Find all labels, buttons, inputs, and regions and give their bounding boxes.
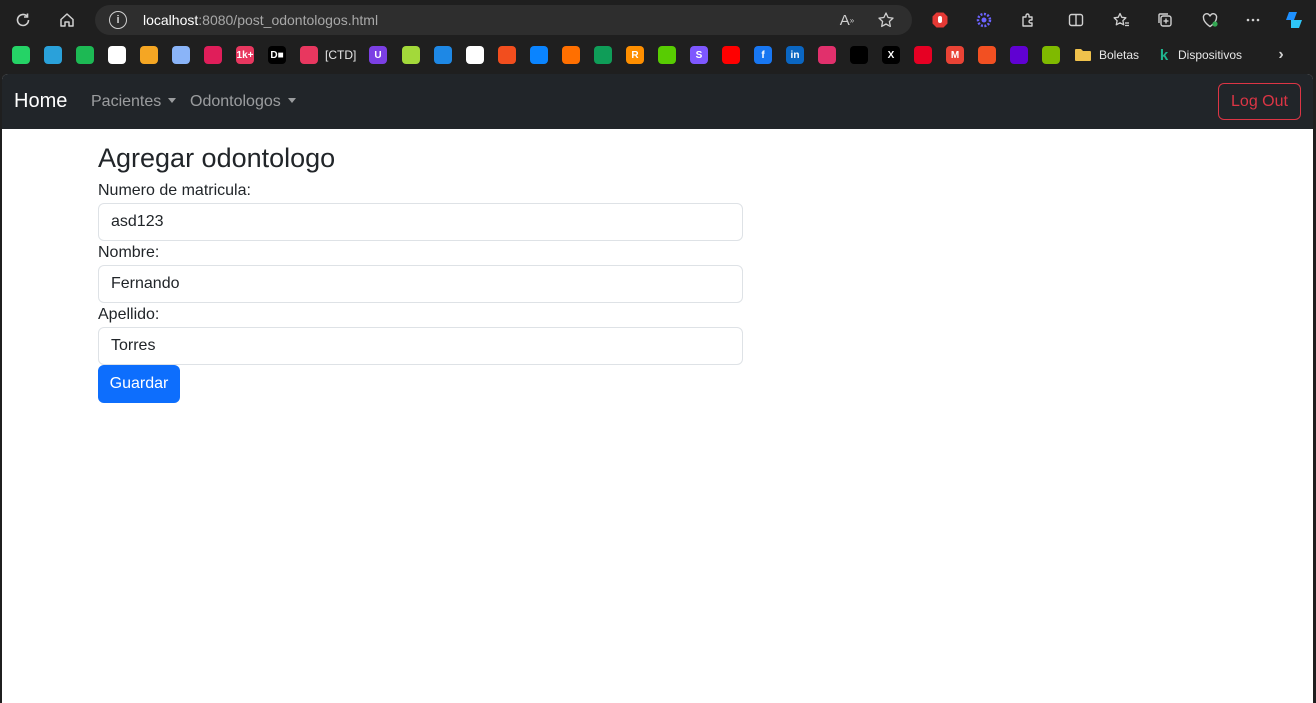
pinterest-bookmark-icon[interactable] <box>914 46 932 64</box>
x-bookmark-icon[interactable]: X <box>882 46 900 64</box>
microsoft-bookmark-icon[interactable] <box>978 46 996 64</box>
browser-essentials-icon[interactable] <box>1196 6 1224 34</box>
pacientes-label: Pacientes <box>91 93 162 110</box>
slack-bookmark-icon[interactable] <box>204 46 222 64</box>
folder-icon[interactable] <box>1074 46 1092 64</box>
favorites-icon[interactable] <box>1107 6 1135 34</box>
favorite-star-icon[interactable] <box>876 10 896 30</box>
window-bookmark-icon[interactable] <box>434 46 452 64</box>
extensions-puzzle-icon[interactable] <box>1014 6 1042 34</box>
page-viewport: Home Pacientes Odontologos Log Out Agreg… <box>2 74 1313 703</box>
site-info-icon[interactable]: i <box>109 11 127 29</box>
ctd-bookmark-icon[interactable] <box>300 46 318 64</box>
browser-toolbar: i localhost:8080/post_odontologos.html A… <box>0 0 1316 40</box>
copilot-icon[interactable] <box>1280 6 1308 34</box>
chevron-down-icon <box>287 98 296 103</box>
duolingo-bookmark-icon[interactable] <box>658 46 676 64</box>
matricula-label: Numero de matricula: <box>98 182 251 199</box>
nombre-input[interactable] <box>98 265 743 303</box>
s-bookmark-icon[interactable]: S <box>690 46 708 64</box>
r-bookmark-icon[interactable]: R <box>626 46 644 64</box>
collections-icon[interactable] <box>1151 6 1179 34</box>
pacientes-dropdown[interactable]: Pacientes <box>91 93 177 111</box>
mail-bookmark-icon[interactable] <box>1010 46 1028 64</box>
tiktok-bookmark-icon[interactable] <box>850 46 868 64</box>
extension-gear-icon[interactable] <box>970 6 998 34</box>
dm-bookmark-icon[interactable]: D■ <box>268 46 286 64</box>
apellido-input[interactable] <box>98 327 743 365</box>
chevron-down-icon <box>168 98 177 103</box>
odontologos-dropdown[interactable]: Odontologos <box>190 93 296 111</box>
orange-circle-bookmark-icon[interactable] <box>562 46 580 64</box>
bookmark-folder-boletas[interactable]: Boletas <box>1099 48 1139 62</box>
read-aloud-icon[interactable]: A» <box>837 10 857 30</box>
logout-button[interactable]: Log Out <box>1218 83 1301 120</box>
chatgpt-bookmark-icon[interactable] <box>108 46 126 64</box>
onek-bookmark-icon[interactable]: 1k+ <box>236 46 254 64</box>
matricula-input[interactable] <box>98 203 743 241</box>
spotify-bookmark-icon[interactable] <box>76 46 94 64</box>
telegram-bookmark-icon[interactable] <box>44 46 62 64</box>
browser-window: i localhost:8080/post_odontologos.html A… <box>0 0 1316 703</box>
linkedin-bookmark-icon[interactable]: in <box>786 46 804 64</box>
address-bar[interactable]: i localhost:8080/post_odontologos.html A… <box>95 5 912 35</box>
bookmark-dispositivos[interactable]: Dispositivos <box>1178 48 1242 62</box>
u-bookmark-icon[interactable]: U <box>369 46 387 64</box>
odontologos-label: Odontologos <box>190 93 281 110</box>
odontologo-form: Agregar odontologo Numero de matricula: … <box>98 141 743 403</box>
figma-bookmark-icon[interactable] <box>498 46 516 64</box>
facebook-bookmark-icon[interactable]: f <box>754 46 772 64</box>
github-bookmark-icon[interactable] <box>466 46 484 64</box>
microsoft2-bookmark-icon[interactable] <box>1042 46 1060 64</box>
home-icon[interactable] <box>53 6 81 34</box>
bookmark-ctd-label[interactable]: [CTD] <box>325 48 356 62</box>
whatsapp-bookmark-icon[interactable] <box>12 46 30 64</box>
apellido-label: Apellido: <box>98 306 160 323</box>
instagram-bookmark-icon[interactable] <box>818 46 836 64</box>
home-link[interactable]: Home <box>14 90 67 113</box>
page-title: Agregar odontologo <box>98 143 336 173</box>
adblock-icon[interactable] <box>926 6 954 34</box>
vscode-bookmark-icon[interactable] <box>530 46 548 64</box>
refresh-icon[interactable] <box>9 6 37 34</box>
gmail-m-bookmark-icon[interactable] <box>140 46 158 64</box>
app-navbar: Home Pacientes Odontologos Log Out <box>2 74 1313 129</box>
url-text: localhost:8080/post_odontologos.html <box>143 12 379 28</box>
eye-bookmark-icon[interactable] <box>594 46 612 64</box>
guardar-button[interactable]: Guardar <box>98 365 180 403</box>
green-diamond-bookmark-icon[interactable] <box>402 46 420 64</box>
split-screen-icon[interactable] <box>1062 6 1090 34</box>
chevron-right-icon[interactable]: › <box>1272 46 1290 64</box>
bookmarks-bar: [CTD] Boletas k Dispositivos › 1k+ D■ U R Sf… <box>0 40 1316 72</box>
more-options-icon[interactable] <box>1239 6 1267 34</box>
nombre-label: Nombre: <box>98 244 160 261</box>
k-bookmark-icon[interactable]: k <box>1155 46 1173 64</box>
gemini-bookmark-icon[interactable] <box>172 46 190 64</box>
gmail-bookmark-icon[interactable]: M <box>946 46 964 64</box>
youtube-bookmark-icon[interactable] <box>722 46 740 64</box>
